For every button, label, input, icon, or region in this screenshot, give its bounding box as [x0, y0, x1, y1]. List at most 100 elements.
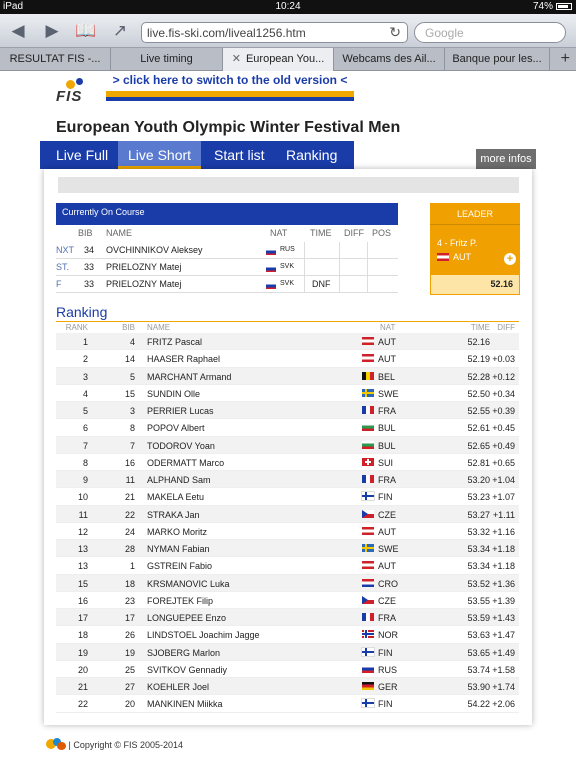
rank: 6 — [82, 423, 88, 434]
athlete-name: MARKO Moritz — [147, 526, 208, 537]
ranking-row[interactable]: 1 4 FRITZ Pascal AUT 52.16 — [56, 333, 519, 351]
ranking-row[interactable]: 4 15 SUNDIN Olle SWE 52.50 +0.34 — [56, 385, 519, 402]
nat: RUS — [378, 664, 398, 675]
bib: 14 — [124, 354, 135, 365]
browser-toolbar: ◀ ▶ 📖 ↗ live.fis-ski.com/liveal1256.htm ↻… — [0, 14, 576, 48]
search-input[interactable]: Google — [414, 22, 566, 43]
ranking-row[interactable]: 15 18 KRSMANOVIC Luka CRO 53.52 +1.36 — [56, 574, 519, 592]
flag-icon — [362, 440, 374, 449]
row-label: F — [56, 279, 62, 289]
close-tab-icon[interactable]: ✕ — [232, 53, 241, 65]
bib: 8 — [129, 423, 135, 434]
col-nat: NAT — [380, 324, 396, 332]
athlete-name: POPOV Albert — [147, 423, 205, 434]
athlete-name: HAASER Raphael — [147, 354, 221, 365]
flag-icon — [362, 682, 374, 690]
nat: CZE — [378, 595, 396, 606]
back-icon[interactable]: ◀ — [6, 20, 30, 42]
col-diff: DIFF — [497, 324, 515, 332]
leader-time: 52.16 — [430, 274, 520, 295]
rank: 12 — [77, 526, 88, 537]
tab-live-short[interactable]: Live Short — [118, 141, 202, 169]
col-nat: NAT — [270, 228, 288, 238]
url-field[interactable]: live.fis-ski.com/liveal1256.htm ↻ — [141, 22, 408, 43]
ranking-row[interactable]: 19 19 SJOBERG Marlon FIN 53.65 +1.49 — [56, 643, 519, 661]
flag-icon — [361, 491, 375, 502]
bib: 25 — [124, 664, 135, 675]
ranking-row[interactable]: 6 8 POPOV Albert BUL 52.61 +0.45 — [56, 419, 519, 437]
ranking-row[interactable]: 11 22 STRAKA Jan CZE 53.27 +1.11 — [56, 505, 519, 523]
bib: 19 — [124, 647, 135, 658]
bib: 3 — [129, 406, 135, 416]
ranking-divider — [56, 321, 519, 322]
bib: 33 — [83, 262, 94, 272]
athlete-name: PERRIER Lucas — [147, 406, 214, 416]
nat: SUI — [378, 457, 394, 468]
rank: 4 — [82, 388, 88, 399]
on-course-table: BIB NAME NAT TIME DIFF POS NXT 34 OVCHINNI… — [56, 225, 398, 293]
browser-tab-active[interactable]: ✕ European You... — [223, 48, 334, 71]
forward-icon[interactable]: ▶ — [40, 20, 64, 42]
more-info-button[interactable]: more infos — [476, 149, 536, 169]
flag-icon — [362, 578, 374, 587]
ranking-row[interactable]: 10 21 MAKELA Eetu FIN 53.23 +1.07 — [56, 488, 519, 506]
ranking-row[interactable]: 8 16 ODERMATT Marco SUI 52.81 +0.65 — [56, 454, 519, 471]
ranking-row[interactable]: 20 25 SVITKOV Gennadiy RUS 53.74 +1.58 — [56, 661, 519, 678]
reload-icon[interactable]: ↻ — [389, 24, 401, 41]
browser-tab[interactable]: Webcams des Ail... — [334, 48, 445, 71]
url-text: live.fis-ski.com/liveal1256.htm — [147, 26, 306, 40]
ranking-row[interactable]: 5 3 PERRIER Lucas FRA 52.55 +0.39 — [56, 402, 519, 420]
bib: 7 — [129, 440, 135, 451]
browser-tab[interactable]: RESULTAT FIS -... — [0, 48, 111, 71]
bib: 28 — [124, 544, 135, 554]
old-version-link[interactable]: > click here to switch to the old versio… — [106, 74, 354, 87]
nat: FIN — [378, 699, 393, 710]
ranking-row[interactable]: 7 7 TODOROV Yoan BUL 52.65 +0.49 — [56, 436, 519, 454]
flag-icon — [362, 354, 374, 363]
col-name: NAME — [147, 324, 171, 332]
athlete-name: SUNDIN Olle — [147, 388, 201, 399]
ranking-row[interactable]: 21 27 KOEHLER Joel GER 53.90 +1.74 — [56, 678, 519, 696]
share-icon[interactable]: ↗ — [108, 20, 132, 42]
ranking-row[interactable]: 12 24 MARKO Moritz AUT 53.32 +1.16 — [56, 523, 519, 540]
new-tab-icon[interactable]: + — [561, 50, 570, 68]
athlete-name: TODOROV Yoan — [147, 440, 215, 451]
diff: +1.36 — [492, 578, 515, 589]
ranking-row[interactable]: 18 26 LINDSTOEL Joachim Jagge NOR 53.63 +1.47 — [56, 626, 519, 644]
fis-logo[interactable]: FIS — [56, 76, 100, 112]
time: 52.16 — [467, 337, 490, 347]
ranking-title: Ranking — [56, 304, 108, 320]
browser-tab[interactable]: Live timing — [111, 48, 223, 71]
bookmarks-icon[interactable]: 📖 — [74, 20, 98, 42]
tab-start-list[interactable]: Start list — [204, 141, 275, 169]
ranking-row[interactable]: 16 23 FOREJTEK Filip CZE 53.55 +1.39 — [56, 592, 519, 609]
expand-icon[interactable]: + — [504, 253, 516, 265]
flag-icon — [362, 457, 374, 466]
bib: 33 — [83, 279, 94, 289]
row-label: NXT — [56, 245, 74, 255]
ranking-row[interactable]: 13 1 GSTREIN Fabio AUT 53.34 +1.18 — [56, 557, 519, 575]
ranking-row[interactable]: 13 28 NYMAN Fabian SWE 53.34 +1.18 — [56, 540, 519, 558]
nat: FRA — [378, 406, 396, 416]
ranking-row[interactable]: 2 14 HAASER Raphael AUT 52.19 +0.03 — [56, 350, 519, 368]
flag-icon — [362, 388, 374, 397]
flag-icon — [362, 371, 374, 380]
on-course-row: NXT 34 OVCHINNIKOV Aleksey RUS — [56, 242, 398, 259]
rank: 16 — [77, 595, 88, 606]
tab-ranking[interactable]: Ranking — [276, 141, 347, 169]
tab-live-full[interactable]: Live Full — [46, 141, 118, 169]
ranking-table: RANK BIB NAME NAT TIME DIFF 1 4 FRITZ Pasc… — [56, 324, 519, 713]
ranking-row[interactable]: 22 20 MANKINEN Miikka FIN 54.22 +2.06 — [56, 695, 519, 713]
flag-icon — [362, 613, 374, 621]
ranking-row[interactable]: 9 11 ALPHAND Sam FRA 53.20 +1.04 — [56, 471, 519, 489]
search-placeholder: Google — [425, 26, 464, 40]
flag-icon — [362, 595, 374, 604]
diff: +0.39 — [492, 406, 515, 416]
athlete-name: PRIELOZNY Matej — [106, 262, 182, 272]
diff: +1.43 — [492, 613, 515, 623]
ranking-row[interactable]: 3 5 MARCHANT Armand BEL 52.28 +0.12 — [56, 367, 519, 385]
browser-tab[interactable]: Banque pour les... — [445, 48, 550, 71]
flag-icon — [362, 406, 374, 414]
ranking-row[interactable]: 17 17 LONGUEPEE Enzo FRA 53.59 +1.43 — [56, 609, 519, 627]
nat: SWE — [378, 388, 399, 399]
